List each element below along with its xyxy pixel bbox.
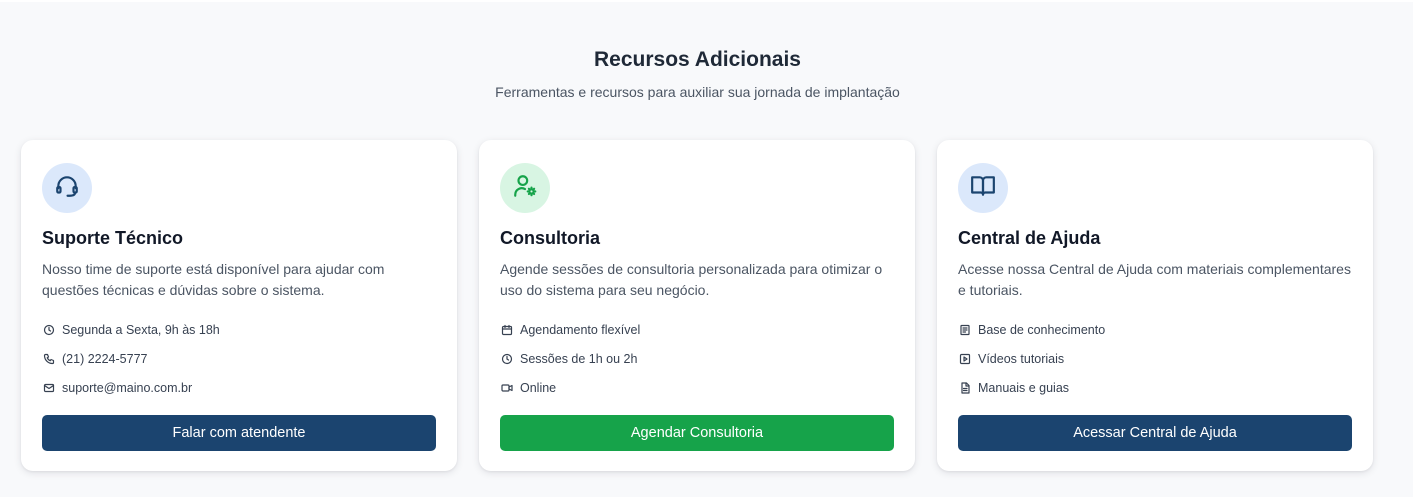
user-gear-icon [512,173,538,204]
section-subtitle: Ferramentas e recursos para auxiliar sua… [495,84,900,100]
feature-label: Base de conhecimento [978,322,1106,337]
card-description: Agende sessões de consultoria personaliz… [500,261,883,298]
feature-list: Agendamento flexível Sessões de 1h ou 2h… [500,315,640,402]
feature-label: Vídeos tutoriais [978,351,1065,366]
list-item: Vídeos tutoriais [958,344,1105,373]
card-description: Acesse nossa Central de Ajuda com materi… [958,261,1351,298]
feature-label: suporte@maino.com.br [62,380,193,395]
additional-resources-section: Recursos Adicionais Ferramentas e recurs… [0,2,1413,497]
card-title: Suporte Técnico [42,228,184,248]
card-technical-support: Suporte Técnico Nosso time de suporte es… [21,140,457,471]
card-consulting: Consultoria Agende sessões de consultori… [479,140,915,471]
schedule-consulting-button[interactable]: Agendar Consultoria [500,415,894,451]
clock-icon [500,352,513,365]
access-help-center-button[interactable]: Acessar Central de Ajuda [958,415,1352,451]
feature-label: Segunda a Sexta, 9h às 18h [62,322,220,337]
icon-badge [958,163,1008,213]
card-title: Consultoria [500,228,601,248]
feature-label: Agendamento flexível [520,322,641,337]
list-item: (21) 2224-5777 [42,344,220,373]
icon-badge [500,163,550,213]
card-title: Central de Ajuda [958,228,1101,248]
book-open-icon [970,173,996,204]
list-item: suporte@maino.com.br [42,373,220,402]
talk-to-agent-button[interactable]: Falar com atendente [42,415,436,451]
icon-badge [42,163,92,213]
list-item: Segunda a Sexta, 9h às 18h [42,315,220,344]
clock-icon [42,323,55,336]
feature-list: Base de conhecimento Vídeos tutoriais Ma… [958,315,1105,402]
feature-list: Segunda a Sexta, 9h às 18h (21) 2224-577… [42,315,220,402]
knowledge-base-icon [958,323,971,336]
feature-label: (21) 2224-5777 [62,351,148,366]
phone-icon [42,352,55,365]
feature-label: Sessões de 1h ou 2h [520,351,638,366]
headset-icon [54,173,80,204]
section-header: Recursos Adicionais Ferramentas e recurs… [0,46,1395,102]
video-icon [500,381,513,394]
section-title: Recursos Adicionais [594,48,801,71]
list-item: Sessões de 1h ou 2h [500,344,640,373]
list-item: Agendamento flexível [500,315,640,344]
feature-label: Online [520,380,557,395]
list-item: Base de conhecimento [958,315,1105,344]
list-item: Online [500,373,640,402]
feature-label: Manuais e guias [978,380,1070,395]
list-item: Manuais e guias [958,373,1105,402]
document-icon [958,381,971,394]
mail-icon [42,381,55,394]
calendar-icon [500,323,513,336]
card-help-center: Central de Ajuda Acesse nossa Central de… [937,140,1373,471]
play-icon [958,352,971,365]
card-description: Nosso time de suporte está disponível pa… [42,261,385,298]
